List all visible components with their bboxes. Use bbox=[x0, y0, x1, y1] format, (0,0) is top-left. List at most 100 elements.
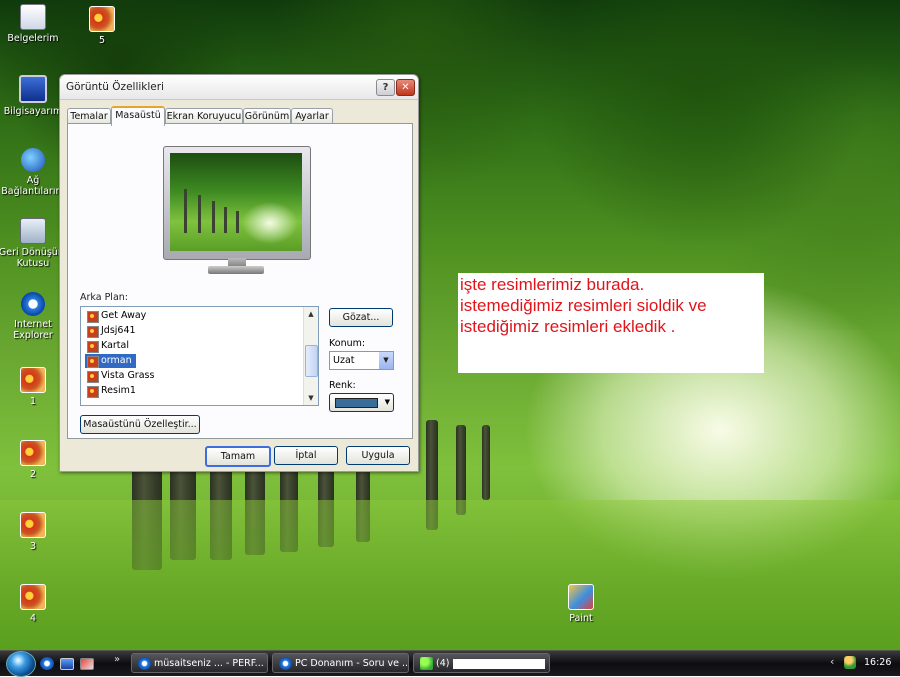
chevron-down-icon[interactable]: ▼ bbox=[379, 352, 393, 369]
picture-icon bbox=[87, 311, 99, 323]
apply-button[interactable]: Uygula bbox=[346, 446, 410, 465]
picture-icon bbox=[20, 367, 46, 393]
desktop-icon-picture-5[interactable]: 5 bbox=[67, 6, 137, 46]
note-line: istediğimiz resimleri ekledik . bbox=[460, 317, 676, 336]
desktop-icon-label: Paint bbox=[569, 613, 593, 624]
ie-icon bbox=[279, 657, 292, 670]
tab-appearance[interactable]: Görünüm bbox=[243, 108, 291, 124]
picture-icon bbox=[87, 371, 99, 383]
customize-desktop-button[interactable]: Masaüstünü Özelleştir... bbox=[80, 415, 200, 434]
quicklaunch-more-icon[interactable]: » bbox=[114, 654, 120, 665]
monitor-neck bbox=[228, 258, 246, 266]
recycle-bin-icon bbox=[20, 218, 46, 244]
list-item[interactable]: Get Away bbox=[85, 309, 150, 323]
cancel-button[interactable]: İptal bbox=[274, 446, 338, 465]
list-item[interactable]: Vista Grass bbox=[85, 369, 158, 383]
picture-icon bbox=[20, 512, 46, 538]
taskbar-button[interactable]: müsaitseniz ... - PERF... bbox=[131, 653, 268, 673]
position-select[interactable]: Uzat ▼ bbox=[329, 351, 394, 370]
help-button[interactable]: ? bbox=[376, 79, 395, 96]
system-tray: ‹ 16:26 bbox=[828, 651, 900, 676]
background-label: Arka Plan: bbox=[80, 292, 128, 303]
note-line: istemediğimiz resimleri sioldik ve bbox=[460, 296, 707, 315]
desktop-icon-network[interactable]: Ağ Bağlantılarım bbox=[0, 148, 68, 197]
network-icon bbox=[21, 148, 45, 172]
taskbar-button-label: (4) bbox=[436, 658, 450, 669]
picture-icon bbox=[87, 326, 99, 338]
tab-themes[interactable]: Temalar bbox=[67, 108, 111, 124]
monitor-preview bbox=[163, 146, 311, 260]
list-item[interactable]: Jdsj641 bbox=[85, 324, 140, 338]
desktop-icon-picture-1[interactable]: 1 bbox=[0, 367, 68, 407]
list-item[interactable]: Resim1 bbox=[85, 384, 140, 398]
picture-icon bbox=[87, 356, 99, 368]
desktop-icon-label: Belgelerim bbox=[7, 33, 59, 44]
desktop-icon-internet-explorer[interactable]: Internet Explorer bbox=[0, 292, 68, 341]
picture-icon bbox=[87, 386, 99, 398]
desktop-icon-label: 3 bbox=[29, 541, 37, 552]
taskbar-button-label: PC Donanım - Soru ve ... bbox=[295, 658, 409, 669]
desktop-icon-label: 2 bbox=[29, 469, 37, 480]
desktop-icon-label: Geri Dönüşüm Kutusu bbox=[0, 247, 68, 269]
quicklaunch-ie-icon[interactable] bbox=[40, 657, 54, 670]
chevron-down-icon: ▼ bbox=[384, 398, 390, 406]
annotation-note: işte resimlerimiz burada. istemediğimiz … bbox=[458, 273, 764, 373]
desktop-icon-label: Ağ Bağlantılarım bbox=[1, 175, 65, 197]
note-line: işte resimlerimiz burada. bbox=[460, 275, 645, 294]
dialog-titlebar[interactable]: Görüntü Özellikleri ? ✕ bbox=[60, 75, 418, 100]
documents-icon bbox=[20, 4, 46, 30]
taskbar-button[interactable]: PC Donanım - Soru ve ... bbox=[272, 653, 409, 673]
tab-screensaver[interactable]: Ekran Koruyucu bbox=[165, 108, 243, 124]
color-picker-button[interactable]: ▼ bbox=[329, 393, 394, 412]
scroll-down-icon[interactable]: ▼ bbox=[304, 391, 318, 405]
msn-tray-icon[interactable] bbox=[844, 656, 856, 669]
desktop-icon-my-computer[interactable]: Bilgisayarım bbox=[0, 75, 68, 117]
taskbar-button-label: müsaitseniz ... - PERF... bbox=[154, 658, 264, 669]
show-desktop-icon[interactable] bbox=[60, 658, 74, 670]
wallpaper-trunk bbox=[482, 425, 490, 500]
desktop-icon-picture-3[interactable]: 3 bbox=[0, 512, 68, 552]
picture-icon bbox=[87, 341, 99, 353]
desktop-tab-panel: Arka Plan: Get Away Jdsj641 Kartal orman… bbox=[67, 123, 413, 439]
start-button[interactable] bbox=[6, 651, 36, 677]
browse-button[interactable]: Gözat... bbox=[329, 308, 393, 327]
desktop-icon-picture-4[interactable]: 4 bbox=[0, 584, 68, 624]
taskbar-button[interactable]: (4) bbox=[413, 653, 550, 673]
desktop-icon-my-documents[interactable]: Belgelerim bbox=[0, 4, 68, 44]
tray-expand-icon[interactable]: ‹ bbox=[830, 655, 834, 668]
picture-icon bbox=[89, 6, 115, 32]
desktop-icon-picture-2[interactable]: 2 bbox=[0, 440, 68, 480]
list-scrollbar[interactable]: ▲ ▼ bbox=[303, 307, 318, 405]
ok-button[interactable]: Tamam bbox=[205, 446, 271, 467]
position-value: Uzat bbox=[333, 355, 355, 366]
color-swatch bbox=[335, 398, 378, 408]
background-list[interactable]: Get Away Jdsj641 Kartal orman Vista Gras… bbox=[80, 306, 319, 406]
wallpaper-grass bbox=[0, 500, 900, 650]
monitor-stand bbox=[208, 266, 264, 274]
dialog-title: Görüntü Özellikleri bbox=[66, 81, 164, 93]
wallpaper-preview bbox=[170, 153, 302, 251]
redacted-text bbox=[453, 658, 546, 669]
desktop-icon-label: Internet Explorer bbox=[13, 319, 53, 341]
list-item-selected[interactable]: orman bbox=[85, 354, 136, 368]
picture-icon bbox=[20, 440, 46, 466]
tab-settings[interactable]: Ayarlar bbox=[291, 108, 333, 124]
clock[interactable]: 16:26 bbox=[864, 657, 891, 668]
scroll-thumb[interactable] bbox=[305, 345, 318, 377]
desktop-icon-label: 5 bbox=[98, 35, 106, 46]
close-button[interactable]: ✕ bbox=[396, 79, 415, 96]
msn-icon bbox=[420, 657, 433, 670]
list-item[interactable]: Kartal bbox=[85, 339, 133, 353]
ie-icon bbox=[138, 657, 151, 670]
tab-desktop[interactable]: Masaüstü bbox=[111, 106, 165, 126]
display-properties-dialog: Görüntü Özellikleri ? ✕ Temalar Masaüstü… bbox=[59, 74, 419, 472]
desktop-icon-recycle-bin[interactable]: Geri Dönüşüm Kutusu bbox=[0, 218, 68, 269]
paint-icon bbox=[568, 584, 594, 610]
ie-icon bbox=[21, 292, 45, 316]
scroll-up-icon[interactable]: ▲ bbox=[304, 307, 318, 321]
desktop-icon-paint[interactable]: Paint bbox=[546, 584, 616, 624]
switch-windows-icon[interactable] bbox=[80, 658, 94, 670]
desktop-icon-label: Bilgisayarım bbox=[3, 106, 63, 117]
desktop: Belgelerim 5 Bilgisayarım Ağ Bağlantılar… bbox=[0, 0, 900, 650]
picture-icon bbox=[20, 584, 46, 610]
